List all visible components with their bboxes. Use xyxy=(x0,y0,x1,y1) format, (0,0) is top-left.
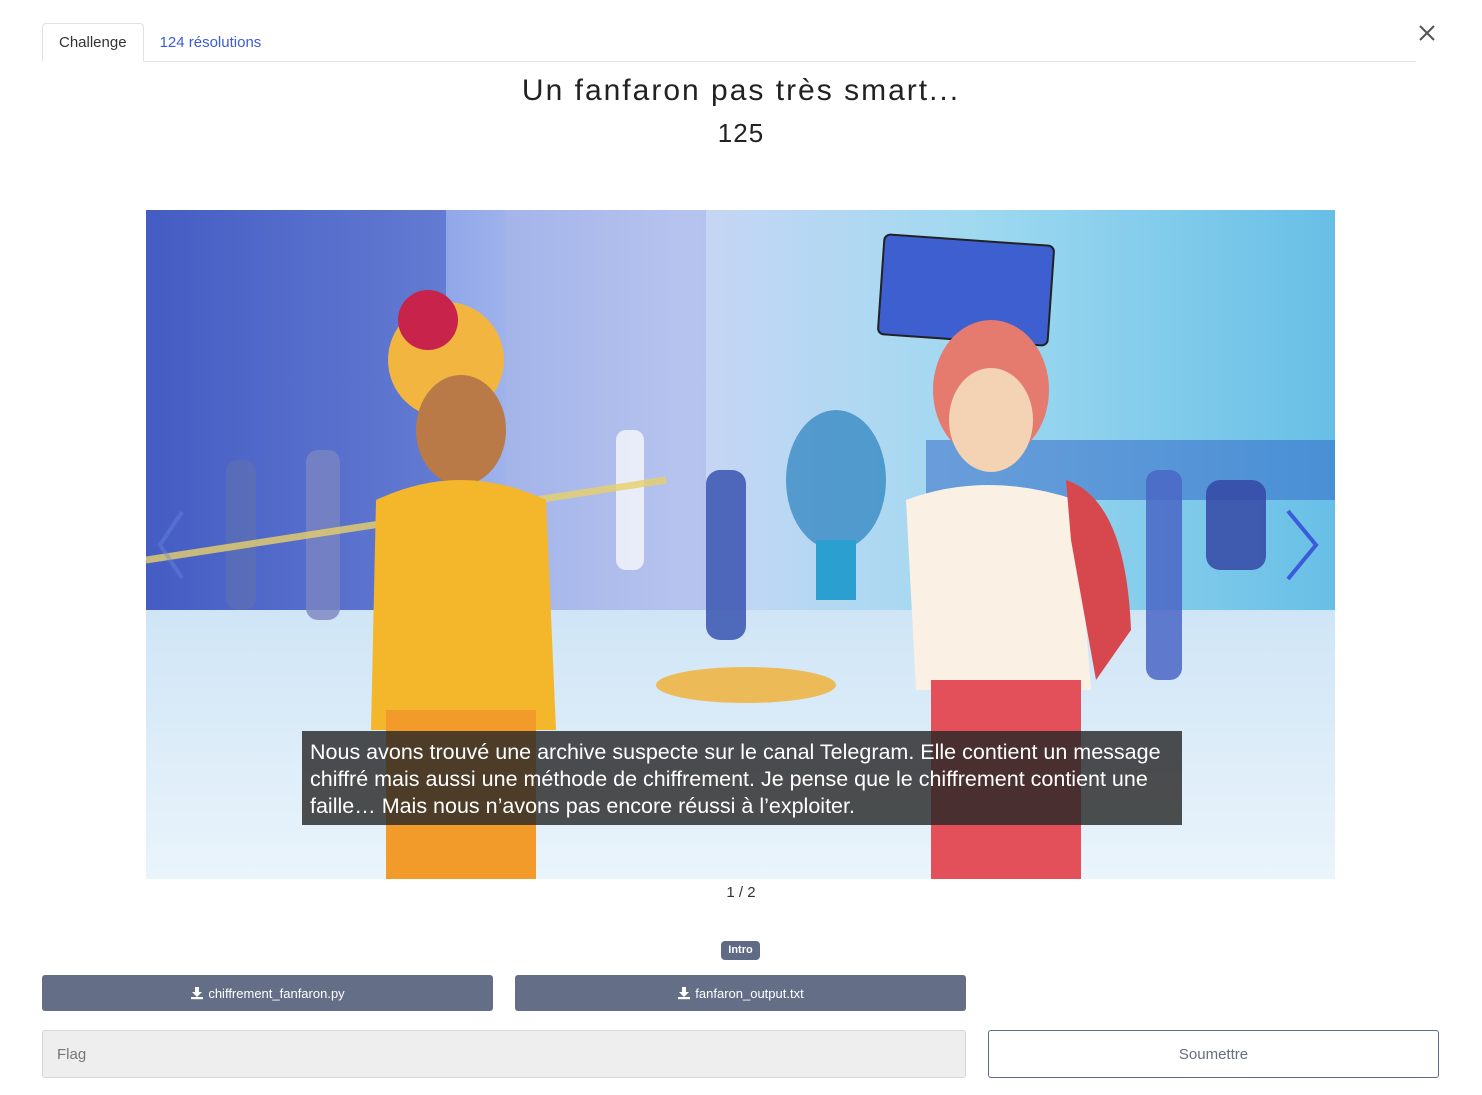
carousel-next-button[interactable] xyxy=(1276,505,1326,585)
download-button-chiffrement[interactable]: chiffrement_fanfaron.py xyxy=(42,975,493,1011)
chevron-left-icon xyxy=(157,510,184,580)
challenge-points: 125 xyxy=(717,118,765,148)
download-label: fanfaron_output.txt xyxy=(695,985,804,1001)
carousel-caption: Nous avons trouvé une archive suspecte s… xyxy=(302,731,1182,825)
download-icon xyxy=(677,986,691,1000)
tab-challenge[interactable]: Challenge xyxy=(42,23,144,62)
download-button-output[interactable]: fanfaron_output.txt xyxy=(515,975,966,1011)
download-icon xyxy=(190,986,204,1000)
carousel-prev-button[interactable] xyxy=(146,500,196,590)
tab-bar: Challenge 124 résolutions xyxy=(42,22,1416,62)
carousel: Nous avons trouvé une archive suspecte s… xyxy=(146,210,1335,879)
close-icon[interactable] xyxy=(1414,20,1440,46)
tab-resolutions[interactable]: 124 résolutions xyxy=(144,23,278,61)
challenge-modal: Challenge 124 résolutions Un fanfaron pa… xyxy=(0,0,1482,1095)
chevron-right-icon xyxy=(1286,509,1319,581)
challenge-title: Un fanfaron pas très smart... xyxy=(521,74,961,107)
download-label: chiffrement_fanfaron.py xyxy=(208,985,345,1001)
submit-button[interactable]: Soumettre xyxy=(988,1030,1439,1078)
flag-input[interactable] xyxy=(42,1030,966,1078)
carousel-counter: 1 / 2 xyxy=(726,884,756,901)
category-badge: Intro xyxy=(721,941,760,960)
